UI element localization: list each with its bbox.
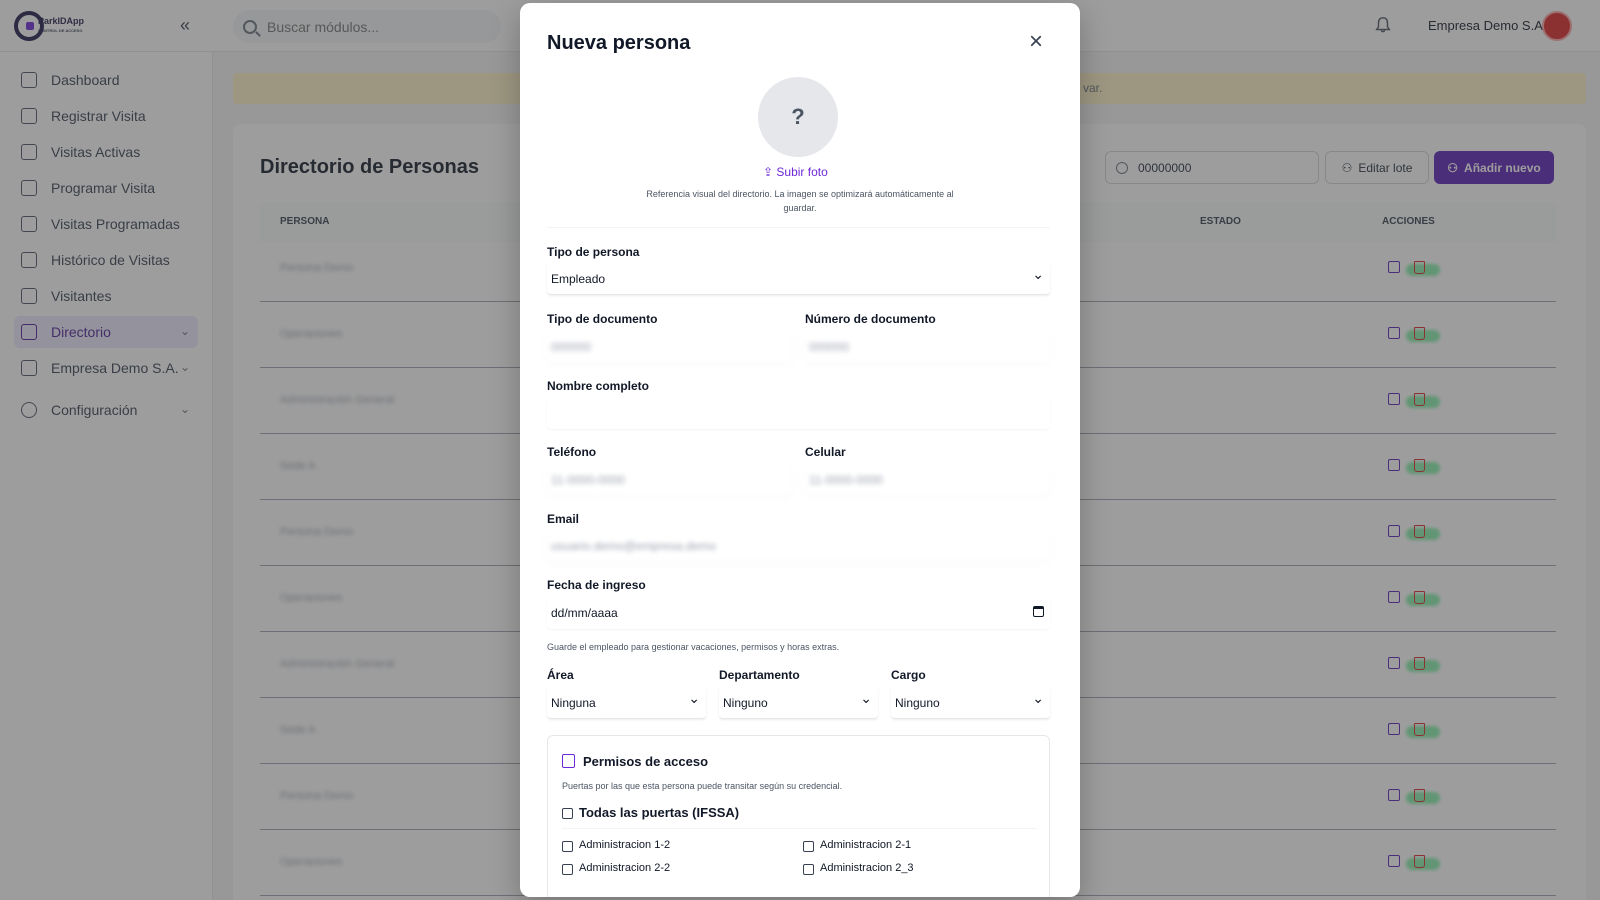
- upload-photo-label: Subir foto: [776, 165, 828, 179]
- new-person-modal: Nueva persona × ? ⇪ Subir foto Referenci…: [520, 3, 1080, 897]
- door-checkbox[interactable]: [803, 864, 814, 875]
- door-checkbox[interactable]: [803, 841, 814, 852]
- upload-photo-button[interactable]: ⇪ Subir foto: [763, 165, 843, 179]
- close-icon[interactable]: ×: [1025, 30, 1047, 54]
- tipo-persona-select[interactable]: Empleado: [547, 262, 1050, 295]
- email-label: Email: [547, 512, 580, 526]
- telefono-label: Teléfono: [547, 445, 597, 459]
- divider: [562, 828, 1037, 829]
- email-field[interactable]: usuario.demo@empresa.demo: [547, 529, 1050, 562]
- all-doors-checkbox[interactable]: [562, 808, 573, 819]
- fecha-label: Fecha de ingreso: [547, 578, 646, 592]
- tipo-documento-field[interactable]: 000000: [547, 330, 792, 363]
- cargo-select[interactable]: Ninguno: [891, 686, 1050, 719]
- tipo-persona-label: Tipo de persona: [547, 245, 640, 259]
- permisos-help: Puertas por las que esta persona puede t…: [562, 781, 843, 791]
- numero-documento-label: Número de documento: [805, 312, 936, 326]
- tipo-documento-label: Tipo de documento: [547, 312, 658, 326]
- divider: [547, 227, 1050, 228]
- empleado-help-text: Guarde el empleado para gestionar vacaci…: [547, 642, 840, 652]
- modal-title: Nueva persona: [547, 32, 691, 54]
- door-label: Administracion 2_3: [820, 862, 914, 874]
- area-select[interactable]: Ninguna: [547, 686, 706, 719]
- permisos-title: Permisos de acceso: [583, 754, 709, 769]
- permisos-box: Permisos de acceso Puertas por las que e…: [547, 735, 1050, 897]
- building-icon: [562, 754, 575, 768]
- door-label: Administracion 1-2: [579, 839, 671, 851]
- all-doors-label: Todas las puertas (IFSSA): [579, 805, 740, 820]
- nombre-label: Nombre completo: [547, 379, 650, 393]
- door-label: Administracion 2-2: [579, 862, 671, 874]
- door-checkbox[interactable]: [562, 864, 573, 875]
- calendar-icon[interactable]: [1033, 606, 1044, 617]
- app-root: ParkIDApp CONTROL DE ACCESO « Empresa De…: [0, 0, 1600, 900]
- telefono-field[interactable]: 11-0000-0000: [547, 463, 792, 496]
- cargo-label: Cargo: [891, 668, 926, 682]
- fecha-placeholder: dd/mm/aaaa: [551, 606, 618, 620]
- nombre-field[interactable]: [547, 396, 1050, 429]
- photo-placeholder[interactable]: ?: [758, 77, 838, 157]
- area-label: Área: [547, 668, 574, 682]
- photo-help-text: Referencia visual del directorio. La ima…: [646, 189, 954, 213]
- numero-documento-field[interactable]: 000000: [805, 330, 1050, 363]
- celular-field[interactable]: 11-0000-0000: [805, 463, 1050, 496]
- departamento-select[interactable]: Ninguno: [719, 686, 878, 719]
- door-label: Administracion 2-1: [820, 839, 912, 851]
- celular-label: Celular: [805, 445, 846, 459]
- upload-icon: ⇪: [763, 165, 777, 179]
- fecha-field[interactable]: dd/mm/aaaa: [547, 596, 1050, 629]
- door-checkbox[interactable]: [562, 841, 573, 852]
- departamento-label: Departamento: [719, 668, 800, 682]
